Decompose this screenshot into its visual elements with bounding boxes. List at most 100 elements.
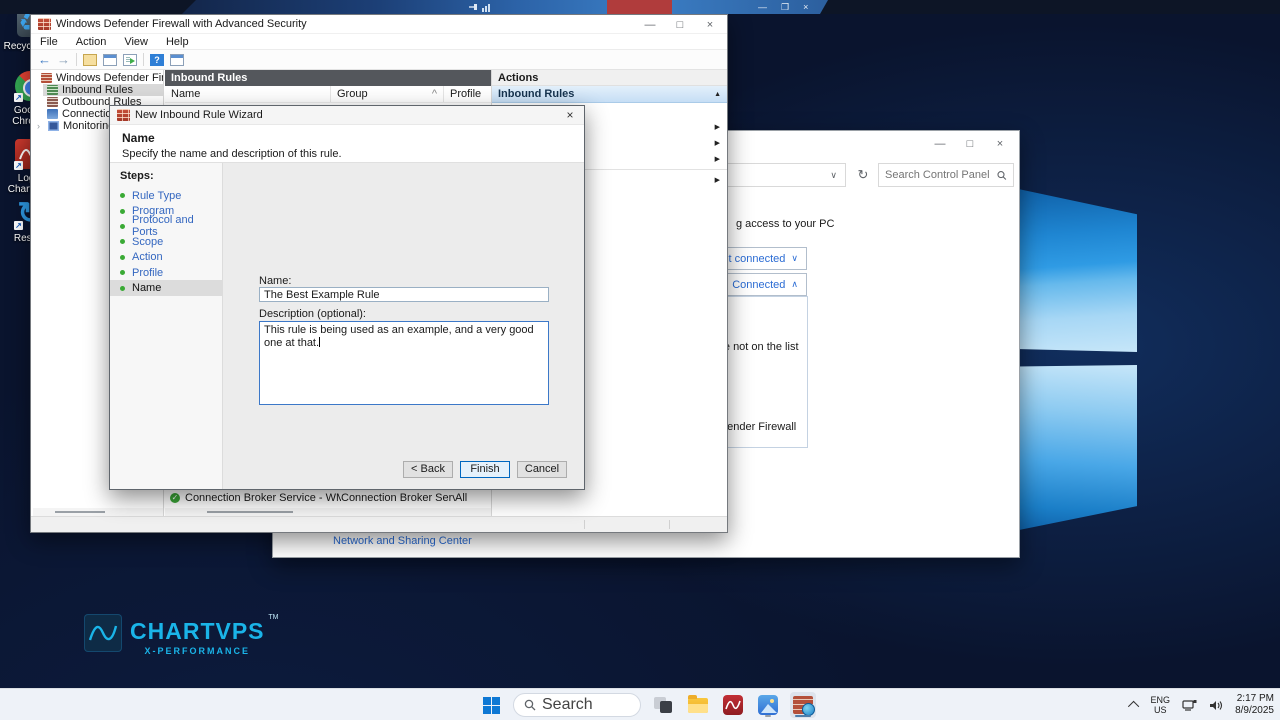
photos-app-button[interactable] bbox=[755, 692, 781, 718]
step-bullet-icon bbox=[120, 193, 125, 199]
language-indicator[interactable]: ENG US bbox=[1151, 695, 1171, 715]
connection-security-icon bbox=[47, 109, 58, 119]
wizard-steps-panel: Steps: Rule Type Program Protocol and Po… bbox=[110, 163, 223, 489]
maximize-button[interactable]: □ bbox=[665, 16, 695, 34]
firewall-root-icon bbox=[41, 73, 52, 83]
firewall-app-button[interactable] bbox=[790, 692, 816, 718]
task-view-button[interactable] bbox=[650, 692, 676, 718]
back-icon[interactable]: ← bbox=[38, 52, 51, 67]
rule-row-connection-broker[interactable]: ✓ Connection Broker Service - WMI (DCO..… bbox=[165, 490, 513, 506]
cancel-button[interactable]: Cancel bbox=[517, 461, 567, 478]
pushpin-icon[interactable] bbox=[468, 2, 478, 12]
tree-item-inbound-rules[interactable]: Inbound Rules bbox=[43, 84, 163, 96]
connected-label: Connected bbox=[732, 278, 786, 291]
rdp-bar-controls: — ❐ × bbox=[758, 0, 808, 14]
close-button[interactable]: × bbox=[695, 16, 725, 34]
start-button[interactable] bbox=[478, 692, 504, 718]
remote-access-text-fragment: g access to your PC bbox=[736, 218, 835, 230]
enabled-rule-icon: ✓ bbox=[170, 493, 180, 503]
step-bullet-icon bbox=[120, 254, 125, 260]
shortcut-arrow-icon: ↗ bbox=[14, 93, 23, 102]
rule-group-cell: Connection Broker Service bbox=[341, 492, 455, 504]
chartvps-brand-logo: CHARTVPS TM X-PERFORMANCE bbox=[84, 614, 279, 656]
step-profile[interactable]: Profile bbox=[110, 265, 222, 280]
wizard-title: New Inbound Rule Wizard bbox=[135, 109, 263, 121]
menu-file[interactable]: File bbox=[40, 36, 58, 48]
restore-button[interactable]: ❐ bbox=[781, 2, 789, 13]
signal-bars-icon bbox=[482, 2, 490, 12]
wizard-subheading: Specify the name and description of this… bbox=[122, 148, 342, 160]
minimize-button[interactable]: — bbox=[635, 16, 665, 34]
collapse-icon[interactable]: ▲ bbox=[714, 91, 721, 98]
search-icon bbox=[997, 170, 1007, 180]
step-name-active[interactable]: Name bbox=[110, 280, 222, 296]
active-app-indicator bbox=[795, 715, 811, 717]
shortcut-arrow-icon: ↗ bbox=[14, 221, 23, 230]
help-icon[interactable]: ? bbox=[150, 53, 164, 66]
new-inbound-rule-wizard: New Inbound Rule Wizard × Name Specify t… bbox=[109, 105, 585, 490]
close-button[interactable]: × bbox=[985, 135, 1015, 153]
firewall-brick-icon bbox=[793, 696, 815, 716]
close-icon[interactable]: × bbox=[562, 108, 578, 123]
rules-horizontal-scrollbar[interactable] bbox=[165, 508, 521, 516]
forward-icon[interactable]: → bbox=[57, 52, 70, 67]
step-rule-type[interactable]: Rule Type bbox=[110, 188, 222, 203]
step-bullet-icon bbox=[120, 270, 125, 276]
toolbar-divider bbox=[76, 53, 77, 66]
maximize-button[interactable]: □ bbox=[955, 135, 985, 153]
taskbar: Search ENG US 2:17 PM 8/9/2025 bbox=[0, 688, 1280, 720]
refresh-button[interactable]: ↻ bbox=[851, 163, 875, 187]
step-action[interactable]: Action bbox=[110, 250, 222, 265]
name-field[interactable]: The Best Example Rule bbox=[259, 287, 549, 302]
description-field-label: Description (optional): bbox=[259, 308, 366, 320]
brand-tm: TM bbox=[268, 614, 279, 621]
file-explorer-button[interactable] bbox=[685, 692, 711, 718]
folder-icon bbox=[688, 694, 708, 713]
tray-overflow-chevron-icon[interactable] bbox=[1127, 700, 1139, 713]
wizard-form: Name: The Best Example Rule Description … bbox=[223, 163, 584, 489]
task-view-icon bbox=[654, 697, 672, 713]
tree-expander-icon[interactable]: › bbox=[37, 121, 44, 131]
menu-action[interactable]: Action bbox=[76, 36, 107, 48]
taskbar-search[interactable]: Search bbox=[513, 693, 641, 717]
column-header-group[interactable]: Group ^ bbox=[331, 86, 444, 102]
back-button[interactable]: < Back bbox=[403, 461, 453, 478]
actions-inbound-rules-group[interactable]: Inbound Rules ▲ bbox=[492, 86, 727, 103]
close-button[interactable]: × bbox=[803, 2, 808, 12]
tree-horizontal-scrollbar[interactable] bbox=[33, 508, 163, 516]
description-field[interactable]: This rule is being used as an example, a… bbox=[259, 321, 549, 405]
network-sharing-center-link[interactable]: Network and Sharing Center bbox=[333, 535, 472, 547]
finish-button[interactable]: Finish bbox=[460, 461, 510, 478]
firewall-title-bar[interactable]: Windows Defender Firewall with Advanced … bbox=[31, 15, 727, 34]
rule-name-cell: Connection Broker Service - WMI (DCO... bbox=[185, 492, 341, 504]
control-panel-search-input[interactable] bbox=[885, 169, 994, 181]
name-field-label: Name: bbox=[259, 275, 292, 287]
console-tree-icon[interactable] bbox=[83, 53, 97, 66]
step-protocol-and-ports[interactable]: Protocol and Ports bbox=[110, 214, 222, 238]
rules-list-header: Inbound Rules bbox=[165, 70, 521, 86]
export-list-icon[interactable] bbox=[123, 53, 137, 66]
inbound-rules-icon bbox=[47, 85, 58, 95]
chartvps-app-button[interactable] bbox=[720, 692, 746, 718]
chevron-down-icon[interactable]: ∨ bbox=[830, 170, 845, 181]
wizard-app-icon bbox=[117, 109, 130, 121]
minimize-button[interactable]: — bbox=[758, 2, 767, 12]
speaker-icon[interactable] bbox=[1209, 699, 1223, 712]
photos-icon bbox=[758, 695, 778, 715]
network-icon[interactable] bbox=[1182, 699, 1197, 712]
taskbar-search-label: Search bbox=[542, 696, 593, 713]
menu-view[interactable]: View bbox=[124, 36, 148, 48]
show-window-icon[interactable] bbox=[103, 53, 117, 66]
clock[interactable]: 2:17 PM 8/9/2025 bbox=[1235, 693, 1274, 717]
column-header-name[interactable]: Name bbox=[165, 86, 331, 102]
firewall-window-title: Windows Defender Firewall with Advanced … bbox=[56, 18, 307, 30]
toolbar-divider bbox=[143, 53, 144, 66]
screen: ♻ Recycle Bin ↗ Google Chrome ↗ Login Ch… bbox=[0, 0, 1280, 720]
wizard-title-bar[interactable]: New Inbound Rule Wizard bbox=[110, 106, 584, 125]
tree-item-root[interactable]: Windows Defender Firewall with bbox=[33, 72, 163, 84]
new-window-icon[interactable] bbox=[170, 53, 184, 66]
menu-help[interactable]: Help bbox=[166, 36, 189, 48]
sort-caret-icon: ^ bbox=[431, 88, 437, 100]
minimize-button[interactable]: — bbox=[925, 135, 955, 153]
control-panel-search[interactable] bbox=[878, 163, 1014, 187]
